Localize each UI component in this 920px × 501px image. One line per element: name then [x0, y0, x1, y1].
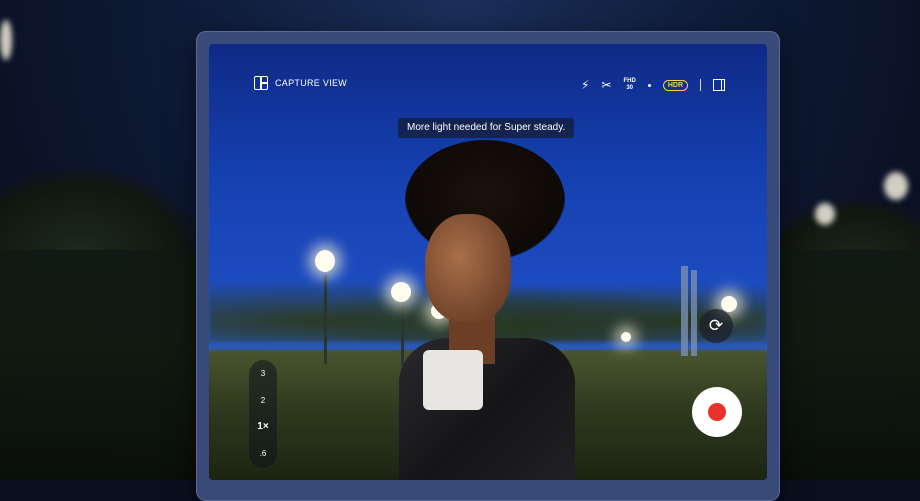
hdr-toggle[interactable]: HDR [662, 79, 688, 91]
low-light-toast: More light needed for Super steady. [398, 118, 575, 138]
zoom-option[interactable]: 3 [249, 369, 277, 378]
motion-photo-icon[interactable]: ✂ [601, 79, 611, 91]
background-light [884, 172, 908, 200]
camera-top-bar: CAPTURE VIEW ⚡ ✂ FHD 30 HDR [209, 76, 767, 98]
zoom-selector[interactable]: 3 2 1× .6 [249, 360, 277, 468]
zoom-option-selected[interactable]: 1× [249, 421, 277, 432]
capture-view-label: CAPTURE VIEW [275, 78, 348, 88]
flash-off-icon[interactable]: ⚡ [581, 79, 589, 91]
resolution-label: FHD [623, 78, 636, 84]
zoom-option[interactable]: 2 [249, 396, 277, 405]
background-light [0, 20, 12, 60]
subject-shirt [423, 350, 483, 410]
separator-dot [647, 83, 651, 87]
resolution-fps-button[interactable]: FHD 30 [623, 78, 635, 92]
aspect-ratio-icon[interactable] [713, 79, 725, 91]
capture-view-icon [254, 76, 268, 90]
fps-label: 30 [626, 85, 633, 91]
divider [700, 79, 701, 91]
camera-settings-icons: ⚡ ✂ FHD 30 HDR [581, 76, 725, 94]
switch-camera-icon[interactable]: ⟳ [699, 309, 733, 343]
record-icon [708, 403, 726, 421]
capture-view-button[interactable]: CAPTURE VIEW [254, 76, 347, 90]
zoom-option[interactable]: .6 [249, 449, 277, 458]
camera-viewfinder[interactable]: CAPTURE VIEW ⚡ ✂ FHD 30 HDR More light n… [209, 44, 767, 480]
subject-face [425, 214, 511, 322]
portrait-subject [209, 44, 767, 480]
background-light [815, 203, 835, 225]
record-button[interactable] [692, 387, 742, 437]
